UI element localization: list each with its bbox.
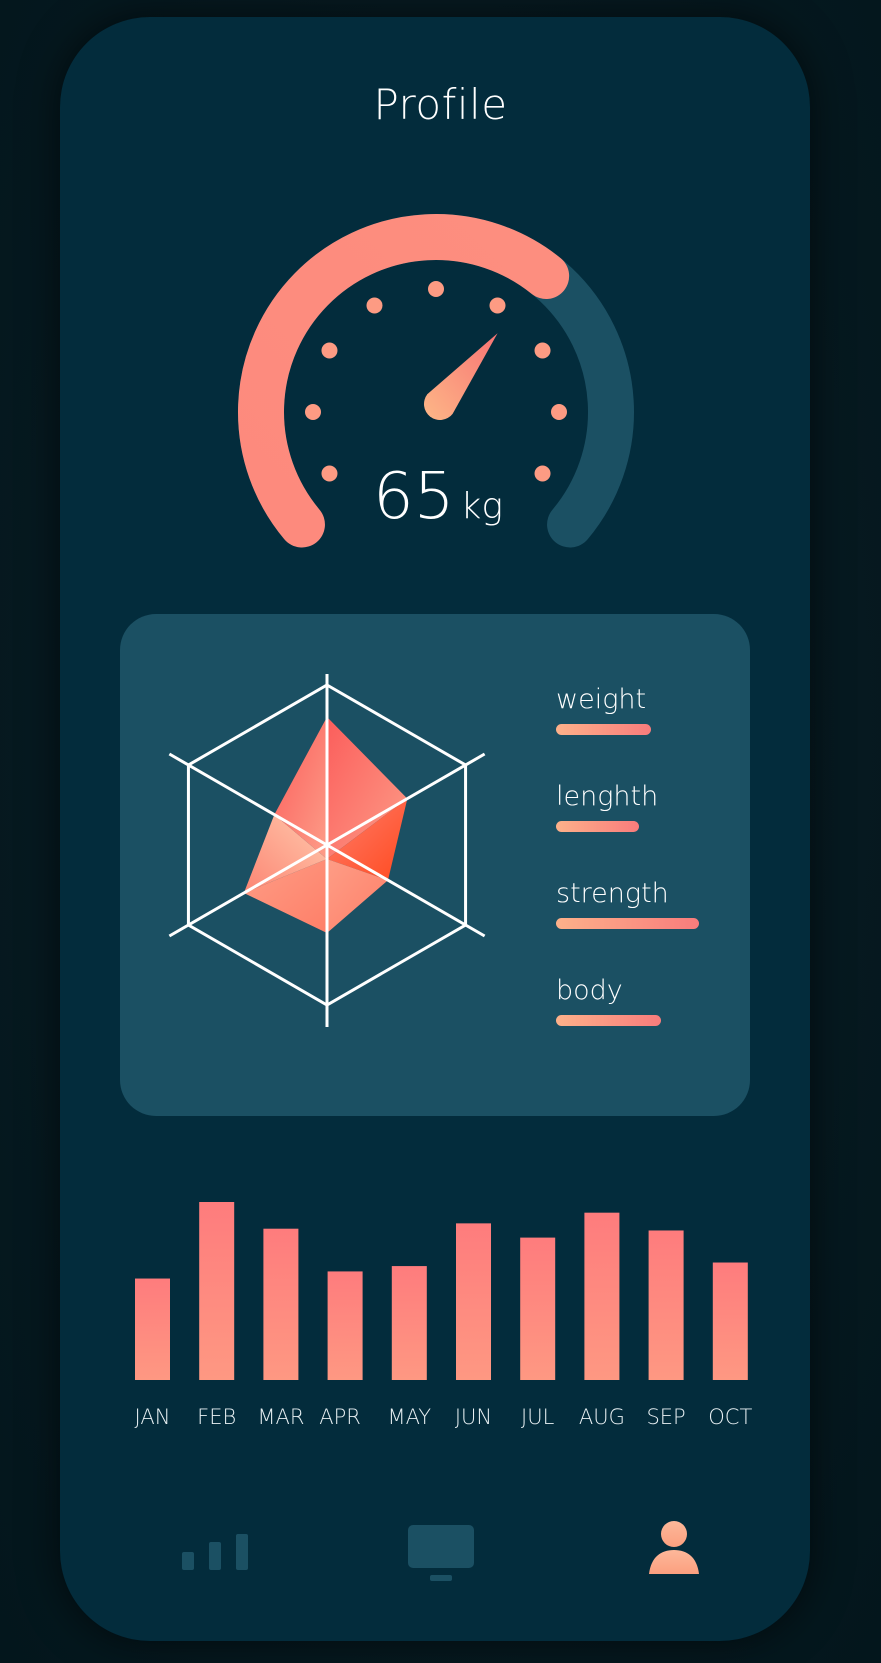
tab-monitor[interactable]: [406, 1525, 476, 1585]
gauge-tick: [551, 404, 567, 420]
bar-chart-icon: [182, 1534, 248, 1570]
user-icon: [649, 1521, 699, 1574]
bar-jul: [520, 1237, 556, 1380]
bar-feb: [199, 1202, 235, 1380]
tab-stats[interactable]: [178, 1526, 248, 1574]
month-label: JUN: [454, 1405, 493, 1429]
legend-label: weight: [556, 684, 647, 715]
page-title: Profile: [373, 80, 508, 129]
month-axis: JAN FEB MAR APR MAY JUN JUL AUG SEP OCT: [0, 1405, 881, 1435]
month-label: MAR: [257, 1405, 305, 1429]
month-label: MAY: [387, 1405, 432, 1429]
legend-bar: [556, 821, 640, 832]
legend-bar: [556, 918, 699, 929]
month-label: APR: [319, 1405, 361, 1429]
legend-label: strength: [556, 878, 669, 909]
bar-apr: [327, 1271, 363, 1380]
radar-grid: [168, 674, 486, 1027]
bar-jun: [456, 1223, 491, 1380]
month-label: SEP: [646, 1405, 686, 1429]
monitor-icon: [408, 1525, 474, 1581]
gauge-needle: [423, 333, 498, 421]
gauge-tick: [489, 297, 506, 314]
stats-legend: weight lenghth strength body: [556, 684, 726, 1072]
gauge-tick: [366, 297, 383, 314]
legend-bar: [556, 1015, 662, 1026]
monthly-bar-chart: [135, 1202, 748, 1380]
bar-oct: [712, 1262, 748, 1380]
legend-label: body: [556, 975, 623, 1006]
bar-jan: [135, 1278, 170, 1380]
legend-label: lenghth: [556, 781, 659, 812]
tab-bar: [0, 1520, 881, 1610]
bar-may: [391, 1266, 427, 1380]
gauge-unit: kg: [460, 486, 503, 527]
legend-item-weight: weight: [556, 684, 726, 781]
gauge-ticks: [305, 281, 567, 482]
month-label: JUL: [521, 1405, 555, 1429]
month-label: FEB: [197, 1405, 237, 1429]
gauge-tick: [428, 281, 444, 297]
tab-profile[interactable]: [647, 1519, 701, 1579]
month-label: JAN: [134, 1405, 171, 1429]
bar-mar: [263, 1228, 299, 1380]
gauge-tick: [321, 342, 338, 359]
gauge-value: 65: [373, 460, 455, 534]
bar-aug: [584, 1212, 620, 1380]
legend-item-body: body: [556, 975, 726, 1072]
legend-item-strength: strength: [556, 878, 726, 975]
legend-item-length: lenghth: [556, 781, 726, 878]
weight-gauge: 65 kg: [236, 212, 640, 562]
month-label: AUG: [578, 1405, 625, 1429]
month-label: OCT: [708, 1405, 753, 1429]
gauge-readout: 65 kg: [236, 460, 640, 534]
legend-bar: [556, 724, 652, 735]
gauge-tick: [305, 404, 321, 420]
radar-chart: [168, 674, 486, 1027]
bar-sep: [648, 1230, 684, 1380]
stats-card: weight lenghth strength body: [120, 614, 750, 1116]
gauge-tick: [534, 342, 551, 359]
